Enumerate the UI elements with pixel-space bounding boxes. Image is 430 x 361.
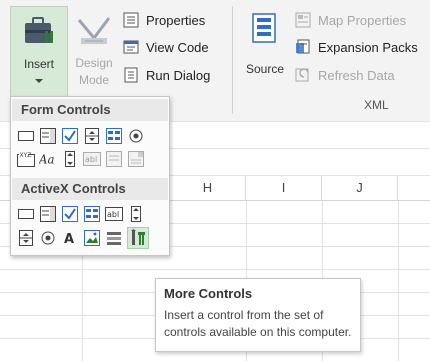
form-combo-drop-icon[interactable] [127,150,145,168]
svg-text:XYZ: XYZ [20,152,32,159]
properties-button[interactable]: Properties [123,9,205,31]
tooltip-title: More Controls [164,286,253,301]
toolbox-icon [23,15,55,45]
properties-icon [123,12,141,28]
activex-image-icon[interactable] [83,229,101,247]
activex-text-box-icon[interactable]: abl [105,205,123,223]
grid-line [0,269,430,270]
refresh-data-label: Refresh Data [318,67,395,83]
run-dialog-icon [123,67,141,83]
form-spin-button-icon[interactable] [83,127,101,145]
activex-scroll-bar-icon[interactable] [127,205,145,223]
form-controls-header: Form Controls [12,99,168,121]
design-mode-icon [76,16,112,46]
xml-group-label: XML [364,98,389,112]
ribbon-separator [232,6,233,114]
map-properties-button[interactable]: Map Properties [295,9,406,31]
form-combo-box-icon[interactable] [39,127,57,145]
form-option-button-icon[interactable] [127,127,145,145]
activex-spin-button-icon[interactable] [17,229,35,247]
source-icon [250,12,278,44]
svg-text:abl: abl [107,210,119,219]
design-mode-label-line1: Design [75,56,113,70]
insert-label: Insert [23,57,54,71]
form-combo-list-icon[interactable] [105,150,123,168]
insert-controls-dropdown: Form Controls XYZ Aa abl ActiveX Control… [10,96,170,256]
form-label-icon[interactable]: Aa [39,150,57,168]
svg-text:abl: abl [85,155,97,164]
column-header-i[interactable]: I [246,175,322,201]
insert-controls-button[interactable]: Insert [10,6,68,106]
refresh-data-icon [295,67,313,83]
activex-list-box-icon[interactable] [83,205,101,223]
activex-label-icon[interactable]: A [61,229,79,247]
more-controls-icon[interactable] [127,227,149,249]
view-code-icon [123,39,141,55]
map-properties-label: Map Properties [318,12,407,28]
view-code-button[interactable]: View Code [123,36,209,58]
source-label: Source [245,62,285,76]
expansion-packs-icon [295,39,313,55]
tooltip-body-line2: controls available on this computer. [164,325,352,339]
form-group-box-icon[interactable]: XYZ [17,150,35,168]
more-controls-tooltip: More Controls Insert a control from the … [155,278,361,352]
form-check-box-icon[interactable] [61,127,79,145]
form-scroll-bar-icon[interactable] [61,150,79,168]
grid-line [398,201,399,361]
run-dialog-label: Run Dialog [146,67,211,83]
form-list-box-icon[interactable] [105,127,123,145]
activex-combo-box-icon[interactable] [39,205,57,223]
activex-controls-header: ActiveX Controls [12,178,168,200]
activex-toggle-button-icon[interactable] [105,229,123,247]
properties-label: Properties [146,12,206,28]
column-header-h[interactable]: H [170,175,246,201]
svg-text:Aa: Aa [39,153,54,167]
run-dialog-button[interactable]: Run Dialog [123,64,210,86]
design-mode-button[interactable]: Design Mode [70,6,118,96]
tooltip-body-line1: Insert a control from the set of [164,308,324,322]
map-properties-icon [295,12,313,28]
design-mode-label-line2: Mode [78,73,110,87]
form-text-field-icon[interactable]: abl [83,150,101,168]
view-code-label: View Code [146,39,209,55]
svg-text:A: A [64,232,74,246]
chevron-down-icon [35,79,43,83]
activex-option-button-icon[interactable] [39,229,57,247]
form-button-icon[interactable] [17,127,35,145]
source-button[interactable]: Source [240,6,290,96]
column-header-j[interactable]: J [322,175,398,201]
expansion-packs-label: Expansion Packs [318,39,418,55]
grid-line [82,256,83,361]
refresh-data-button[interactable]: Refresh Data [295,64,395,86]
activex-command-button-icon[interactable] [17,205,35,223]
activex-check-box-icon[interactable] [61,205,79,223]
expansion-packs-button[interactable]: Expansion Packs [295,36,418,58]
